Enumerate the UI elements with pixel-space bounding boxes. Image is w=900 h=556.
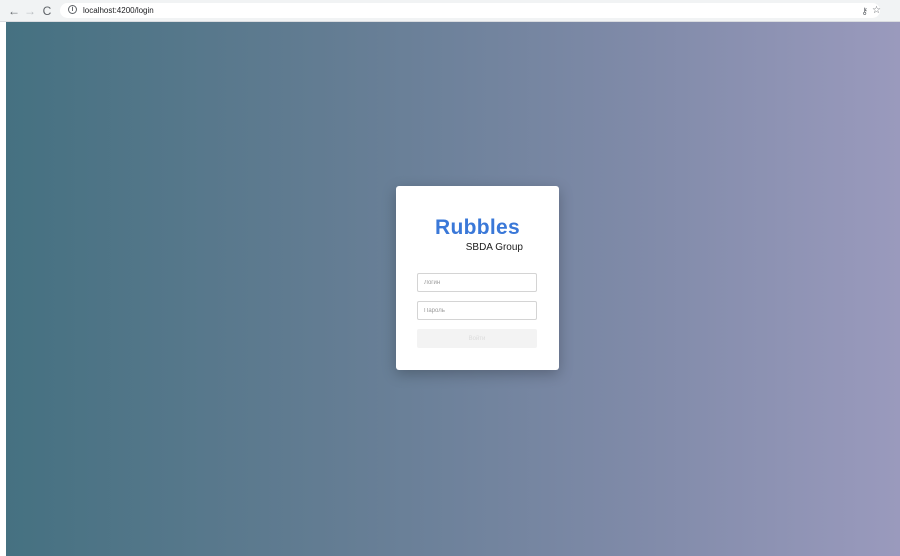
login-input[interactable] — [417, 273, 537, 292]
url-text[interactable]: localhost:4200/login — [83, 4, 154, 17]
forward-arrow-icon[interactable]: → — [23, 3, 37, 19]
bookmark-star-icon[interactable]: ☆ — [872, 5, 881, 16]
reload-icon[interactable]: C — [40, 3, 54, 19]
address-bar[interactable]: i localhost:4200/login ⚷ ☆ — [60, 3, 881, 18]
site-info-icon[interactable]: i — [68, 5, 77, 14]
browser-toolbar: ← → C i localhost:4200/login ⚷ ☆ — [0, 0, 900, 22]
login-page-background: Rubbles SBDA Group Войти — [6, 22, 900, 556]
key-icon[interactable]: ⚷ — [861, 6, 868, 17]
back-arrow-icon[interactable]: ← — [7, 3, 21, 19]
logo-subtitle: SBDA Group — [465, 242, 523, 253]
password-input[interactable] — [417, 301, 537, 320]
login-card: Rubbles SBDA Group Войти — [396, 186, 559, 370]
login-button[interactable]: Войти — [417, 329, 537, 348]
rubbles-logo: Rubbles — [435, 216, 520, 239]
